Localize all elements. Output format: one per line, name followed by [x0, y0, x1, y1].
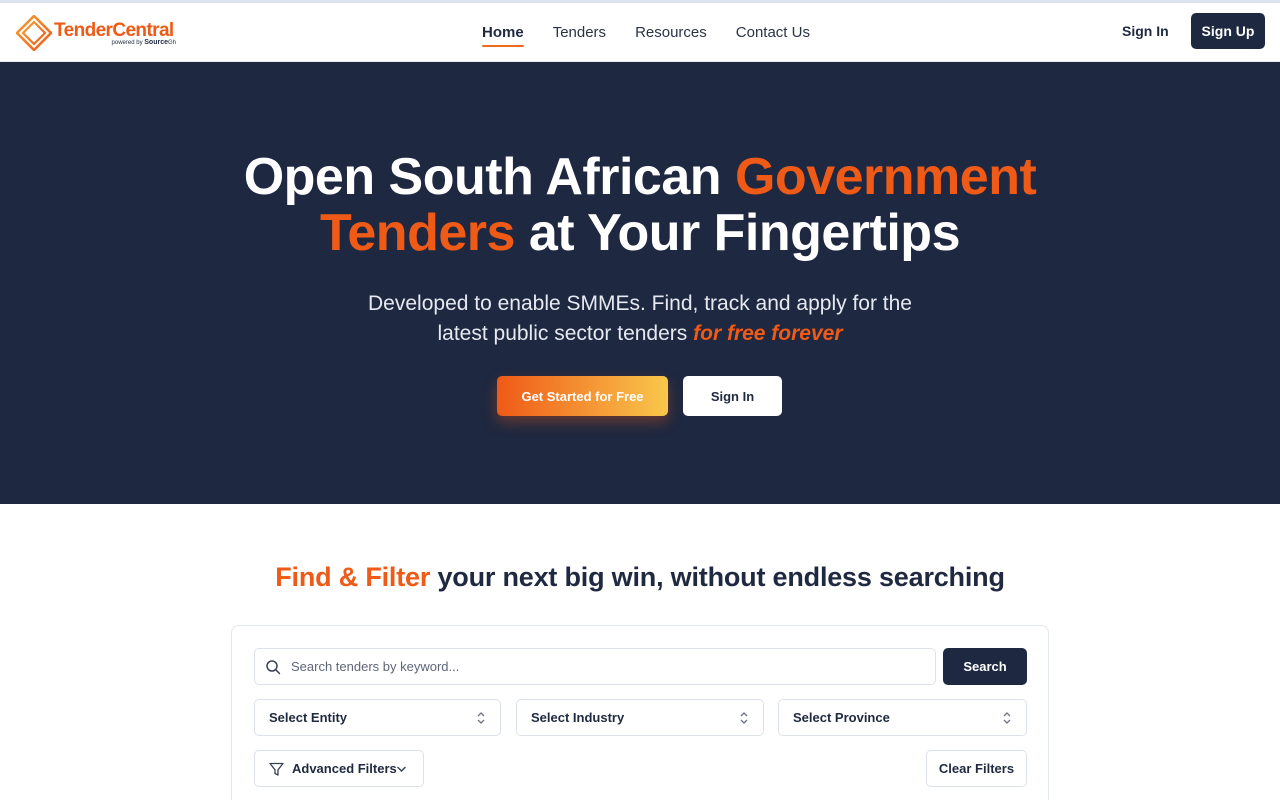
brand-logo[interactable]: TenderCentral powered by SourceGh	[16, 13, 184, 53]
nav-link-tenders[interactable]: Tenders	[553, 24, 606, 41]
select-entity[interactable]: Select Entity	[254, 699, 501, 736]
select-entity-label: Select Entity	[269, 710, 348, 725]
chevron-down-icon	[397, 766, 406, 773]
diamond-logo-icon	[16, 15, 52, 51]
brand-wordmark: TenderCentral powered by SourceGh	[54, 15, 184, 51]
get-started-button[interactable]: Get Started for Free	[497, 376, 668, 416]
filter-funnel-icon	[269, 762, 284, 776]
select-province[interactable]: Select Province	[778, 699, 1027, 736]
powered-by: powered by SourceGh	[111, 39, 176, 46]
nav-link-contact[interactable]: Contact Us	[736, 24, 810, 41]
search-button[interactable]: Search	[943, 648, 1027, 685]
chevron-up-down-icon	[740, 712, 748, 724]
nav-sign-up-button[interactable]: Sign Up	[1191, 13, 1265, 49]
filter-card: Search Select Entity Select Industry Sel…	[231, 625, 1049, 800]
hero-section: Open South African Government Tenders at…	[0, 62, 1280, 504]
advanced-filters-label: Advanced Filters	[292, 761, 397, 776]
select-industry-label: Select Industry	[531, 710, 625, 725]
chevron-up-down-icon	[1003, 712, 1011, 724]
main-nav: Home Tenders Resources Contact Us	[482, 3, 810, 61]
advanced-filters-button[interactable]: Advanced Filters	[254, 750, 424, 787]
nav-link-resources[interactable]: Resources	[635, 24, 707, 41]
chevron-up-down-icon	[477, 712, 485, 724]
navbar: TenderCentral powered by SourceGh Home T…	[0, 3, 1280, 62]
hero-subtitle: Developed to enable SMMEs. Find, track a…	[368, 292, 912, 345]
clear-filters-button[interactable]: Clear Filters	[926, 750, 1027, 787]
find-filter-heading: Find & Filter your next big win, without…	[275, 562, 1005, 592]
select-industry[interactable]: Select Industry	[516, 699, 764, 736]
select-province-label: Select Province	[793, 710, 890, 725]
hero-title: Open South African Government Tenders at…	[243, 148, 1037, 262]
nav-link-home[interactable]: Home	[482, 24, 524, 47]
search-icon	[266, 660, 281, 675]
hero-sign-in-button[interactable]: Sign In	[683, 376, 782, 416]
nav-sign-in-link[interactable]: Sign In	[1122, 23, 1169, 39]
search-input[interactable]	[291, 649, 931, 684]
search-box[interactable]	[254, 648, 936, 685]
